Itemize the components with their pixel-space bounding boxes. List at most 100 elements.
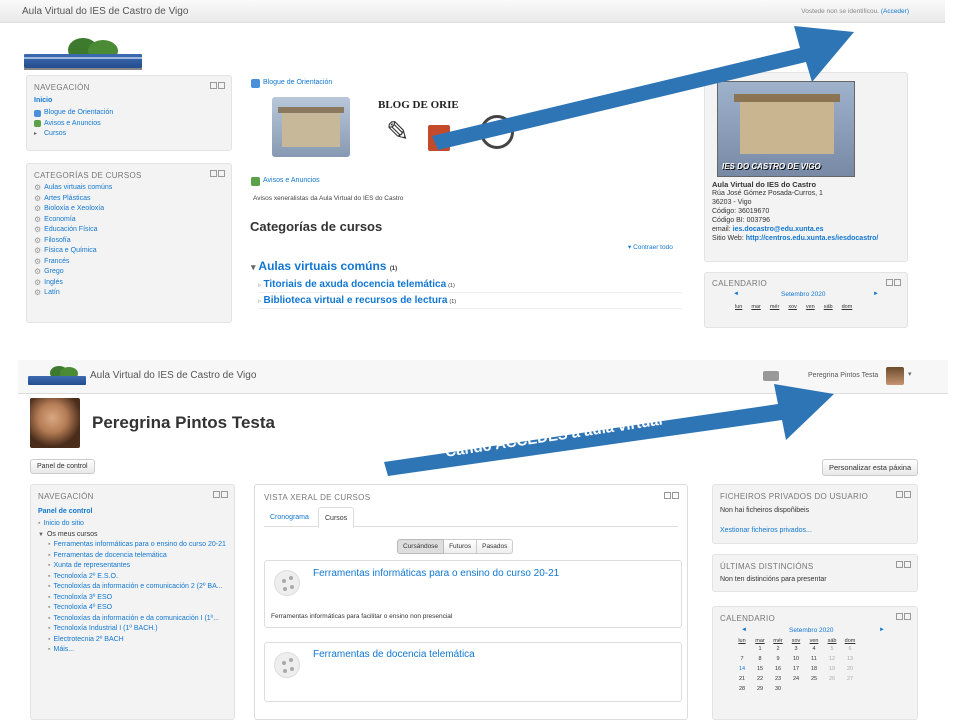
tab-cronograma[interactable]: Cronograma xyxy=(270,514,309,521)
calendar-month[interactable]: Setembro 2020 xyxy=(781,291,825,298)
calendar-day[interactable]: 28 xyxy=(733,684,751,694)
calendar-month[interactable]: Setembro 2020 xyxy=(789,627,833,634)
subcategory-row[interactable]: ▹ Titoriais de axuda docencia telemática… xyxy=(258,279,682,293)
calendar-next[interactable]: ► xyxy=(873,291,879,297)
login-link[interactable]: (Acceder) xyxy=(881,8,909,15)
blog-link[interactable]: Blogue de Orientación xyxy=(263,78,332,89)
manage-private-files-link[interactable]: Xestionar ficheiros privados... xyxy=(720,527,812,534)
filter-past[interactable]: Pasados xyxy=(477,539,514,554)
nav-home[interactable]: Inicio do sitio xyxy=(43,519,83,530)
calendar-day[interactable]: 21 xyxy=(733,674,751,684)
calendar-next[interactable]: ► xyxy=(879,627,885,633)
category-item[interactable]: ⚙ Artes Plásticas xyxy=(34,194,112,205)
category-item[interactable]: ⚙ Latín xyxy=(34,288,112,299)
calendar-day[interactable]: 3 xyxy=(787,644,805,654)
calendar-day[interactable]: 10 xyxy=(787,654,805,664)
nav-course-item[interactable]: ▪ Tecnoloxías da información e comunicaci… xyxy=(48,582,230,593)
block-controls[interactable] xyxy=(209,82,225,91)
course-title[interactable]: Ferramentas de docencia telemática xyxy=(313,649,475,660)
nav-item-avisos[interactable]: Avisos e Anuncios xyxy=(44,119,101,130)
course-card[interactable]: Ferramentas de docencia telemática xyxy=(264,642,682,702)
category-aulas-virtuais[interactable]: ▾ Aulas virtuais comúns (1) xyxy=(251,259,397,273)
category-item[interactable]: ⚙ Aulas virtuais comúns xyxy=(34,183,112,194)
category-item[interactable]: ⚙ Educación Física xyxy=(34,225,112,236)
block-controls[interactable] xyxy=(663,492,679,501)
calendar-day[interactable]: 9 xyxy=(769,654,787,664)
calendar-day[interactable]: 4 xyxy=(805,644,823,654)
calendar-day[interactable]: 23 xyxy=(769,674,787,684)
calendar-day[interactable]: 14 xyxy=(733,664,751,674)
nav-course-item[interactable]: ▪ Ferramentas de docencia telemática xyxy=(48,551,230,562)
calendar-day[interactable]: 20 xyxy=(841,664,859,674)
block-controls[interactable] xyxy=(209,170,225,179)
calendar-prev[interactable]: ◄ xyxy=(733,291,739,297)
calendar-day[interactable]: 12 xyxy=(823,654,841,664)
nav-course-item[interactable]: ▪ Máis... xyxy=(48,645,230,656)
category-item[interactable]: ⚙ Filosofía xyxy=(34,236,112,247)
calendar-day[interactable]: 15 xyxy=(751,664,769,674)
calendar-day[interactable]: 18 xyxy=(805,664,823,674)
calendar-day[interactable]: 27 xyxy=(841,674,859,684)
calendar-day[interactable]: 26 xyxy=(823,674,841,684)
course-title[interactable]: Ferramentas informáticas para o ensino d… xyxy=(313,568,559,579)
filter-in-progress[interactable]: Cursándose xyxy=(397,539,445,554)
calendar-day[interactable]: 6 xyxy=(841,644,859,654)
calendar-day[interactable]: 24 xyxy=(787,674,805,684)
calendar-day[interactable]: 19 xyxy=(823,664,841,674)
site-logo[interactable] xyxy=(28,366,86,386)
nav-course-item[interactable]: ▪ Tecnoloxía 4º ESO xyxy=(48,603,230,614)
nav-course-item[interactable]: ▪ Tecnoloxías da información e da comunic… xyxy=(48,614,230,625)
nav-course-item[interactable]: ▪ Tecnoloxía 3º ESO xyxy=(48,593,230,604)
nav-item-blog[interactable]: Blogue de Orientación xyxy=(44,108,113,119)
school-web-link[interactable]: http://centros.edu.xunta.es/iesdocastro/ xyxy=(746,235,879,242)
category-item[interactable]: ⚙ Física e Química xyxy=(34,246,112,257)
nav-item-cursos[interactable]: Cursos xyxy=(44,129,66,140)
profile-avatar[interactable] xyxy=(30,398,80,448)
nav-panel-control[interactable]: Panel de control xyxy=(38,508,92,515)
block-controls[interactable] xyxy=(885,279,901,288)
category-item[interactable]: ⚙ Economía xyxy=(34,215,112,226)
collapse-all-link[interactable]: ▾ Contraer todo xyxy=(628,243,673,251)
tab-cursos[interactable]: Cursos xyxy=(318,507,355,528)
panel-control-button[interactable]: Panel de control xyxy=(30,459,95,474)
nav-course-item[interactable]: ▪ Xunta de representantes xyxy=(48,561,230,572)
calendar-day[interactable]: 30 xyxy=(769,684,787,694)
nav-home[interactable]: Inicio xyxy=(34,97,52,104)
calendar-day[interactable]: 22 xyxy=(751,674,769,684)
nav-course-item[interactable]: ▪ Electrotecnia 2º BACH xyxy=(48,635,230,646)
category-item[interactable]: ⚙ Francés xyxy=(34,257,112,268)
block-controls[interactable] xyxy=(895,491,911,500)
calendar-day[interactable]: 29 xyxy=(751,684,769,694)
category-item[interactable]: ⚙ Inglés xyxy=(34,278,112,289)
school-email-link[interactable]: ies.docastro@edu.xunta.es xyxy=(733,226,824,233)
calendar-day[interactable]: 1 xyxy=(751,644,769,654)
nav-my-courses[interactable]: Os meus cursos xyxy=(47,530,98,541)
chevron-down-icon[interactable]: ▾ xyxy=(908,370,912,378)
calendar-day[interactable]: 2 xyxy=(769,644,787,654)
category-item[interactable]: ⚙ Grego xyxy=(34,267,112,278)
calendar-day[interactable]: 25 xyxy=(805,674,823,684)
course-card[interactable]: Ferramentas informáticas para o ensino d… xyxy=(264,560,682,628)
block-controls[interactable] xyxy=(895,561,911,570)
block-controls[interactable] xyxy=(895,613,911,622)
calendar-prev[interactable]: ◄ xyxy=(741,627,747,633)
block-controls[interactable] xyxy=(212,491,228,500)
nav-course-item[interactable]: ▪ Tecnoloxía 2º E.S.O. xyxy=(48,572,230,583)
calendar-day[interactable]: 13 xyxy=(841,654,859,664)
nav-course-item[interactable]: ▪ Ferramentas informáticas para o ensino … xyxy=(48,540,230,551)
subcategory-row[interactable]: ▹ Biblioteca virtual e recursos de lectu… xyxy=(258,295,682,309)
site-logo[interactable] xyxy=(24,38,142,70)
calendar-day[interactable]: 17 xyxy=(787,664,805,674)
calendar-day[interactable]: 11 xyxy=(805,654,823,664)
site-title[interactable]: Aula Virtual do IES de Castro de Vigo xyxy=(90,370,256,381)
site-title[interactable]: Aula Virtual do IES de Castro de Vigo xyxy=(22,6,188,17)
calendar-day[interactable]: 16 xyxy=(769,664,787,674)
filter-future[interactable]: Futuros xyxy=(444,539,478,554)
calendar-day[interactable]: 8 xyxy=(751,654,769,664)
calendar-day[interactable]: 7 xyxy=(733,654,751,664)
avatar[interactable] xyxy=(886,367,904,385)
calendar-day[interactable]: 5 xyxy=(823,644,841,654)
category-item[interactable]: ⚙ Bioloxía e Xeoloxía xyxy=(34,204,112,215)
avisos-link[interactable]: Avisos e Anuncios xyxy=(263,176,320,187)
nav-course-item[interactable]: ▪ Tecnoloxía Industrial I (1º BACH.) xyxy=(48,624,230,635)
